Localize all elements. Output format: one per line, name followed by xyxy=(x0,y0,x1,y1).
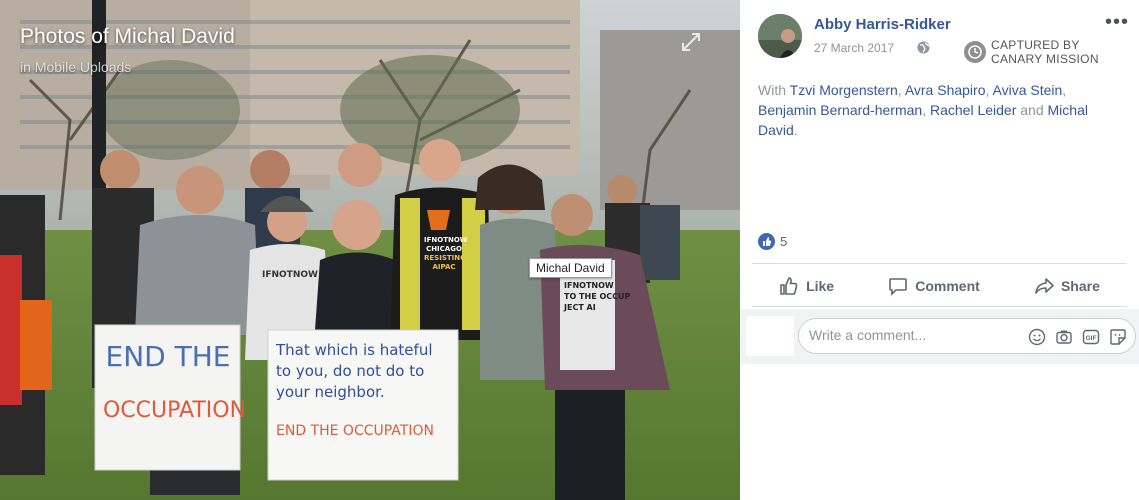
comment-composer: GIF xyxy=(740,309,1139,364)
avatar-image xyxy=(758,14,802,58)
canary-mission-stamp: CAPTURED BY CANARY MISSION xyxy=(964,38,1099,66)
globe-icon[interactable] xyxy=(917,41,930,54)
expand-icon[interactable] xyxy=(680,31,702,53)
svg-text:GIF: GIF xyxy=(1086,335,1097,342)
sign-right-line4: END THE OCCUPATION xyxy=(276,423,434,439)
like-button[interactable]: Like xyxy=(779,276,834,296)
like-badge-icon xyxy=(758,233,775,250)
comment-label: Comment xyxy=(915,278,980,294)
shirt-center-line3: RESISTING xyxy=(424,254,466,262)
author-name[interactable]: Abby Harris-Ridker xyxy=(814,16,951,33)
album-link[interactable]: in Mobile Uploads xyxy=(20,59,131,75)
sign-left-line2: OCCUPATION xyxy=(103,398,247,423)
post-info-panel: Abby Harris-Ridker 27 March 2017 CAPTURE… xyxy=(740,0,1139,500)
share-label: Share xyxy=(1060,278,1100,294)
shirt-right-text: IFNOTNOW TO THE OCCUP JECT AI xyxy=(564,280,630,313)
and-word: and xyxy=(1020,102,1044,118)
shirt-center-line1: IFNOTNOW xyxy=(424,236,468,244)
more-options-icon[interactable]: ••• xyxy=(1105,12,1129,32)
post-actions: Like Comment Share xyxy=(752,268,1127,304)
like-count: 5 xyxy=(780,234,788,249)
comment-icon xyxy=(889,278,908,296)
shirt-right-line2: TO THE OCCUP xyxy=(564,292,631,301)
commenter-avatar xyxy=(746,316,794,356)
emoji-icon[interactable] xyxy=(1028,328,1046,346)
comment-box[interactable]: GIF xyxy=(798,318,1136,354)
shirt-right-line3: JECT AI xyxy=(564,303,596,312)
shirt-right-line1: IFNOTNOW xyxy=(564,281,614,290)
sign-right-line2: to you, do not do to xyxy=(276,362,425,380)
shirt-left-text: IFNOTNOW xyxy=(262,270,318,280)
author-avatar[interactable] xyxy=(758,14,802,58)
comment-button[interactable]: Comment xyxy=(888,276,980,296)
tagged-person-link[interactable]: Aviva Stein xyxy=(993,82,1063,98)
clock-icon xyxy=(964,41,986,63)
divider xyxy=(752,306,1127,307)
reactions-summary[interactable]: 5 xyxy=(758,233,787,250)
stamp-line2: CANARY MISSION xyxy=(991,52,1099,66)
shirt-center-line4: AIPAC xyxy=(432,263,456,271)
with-prefix: With xyxy=(758,82,786,98)
share-button[interactable]: Share xyxy=(1034,276,1100,296)
tagged-people-line: With Tzvi Morgenstern, Avra Shapiro, Avi… xyxy=(758,82,1088,138)
tagged-person-link[interactable]: Avra Shapiro xyxy=(905,82,986,98)
thumb-icon xyxy=(780,277,798,295)
shirt-center-line2: CHICAGO xyxy=(426,245,462,253)
comment-input[interactable] xyxy=(809,327,1009,343)
share-icon xyxy=(1035,278,1054,294)
divider xyxy=(752,263,1127,264)
post-date[interactable]: 27 March 2017 xyxy=(814,41,894,55)
sign-right-line1: That which is hateful xyxy=(276,341,433,359)
shirt-center-text: IFNOTNOW CHICAGO RESISTING AIPAC xyxy=(424,236,468,272)
camera-icon[interactable] xyxy=(1055,328,1073,346)
stamp-text: CAPTURED BY CANARY MISSION xyxy=(991,38,1099,66)
like-label: Like xyxy=(806,278,835,294)
tagged-person-link[interactable]: Tzvi Morgenstern xyxy=(790,82,898,98)
sign-left-line1: END THE xyxy=(105,340,231,373)
tagged-person-link[interactable]: Rachel Leider xyxy=(930,102,1016,118)
comment-tools: GIF xyxy=(1019,328,1127,346)
sign-right-line3: your neighbor. xyxy=(276,383,385,401)
sign-right-text: That which is hateful to you, do not do … xyxy=(276,340,454,442)
sticker-icon[interactable] xyxy=(1109,328,1127,346)
gif-icon[interactable]: GIF xyxy=(1082,328,1100,346)
sign-left-text: END THE OCCUPATION xyxy=(103,340,247,426)
photo-viewer[interactable]: END THE OCCUPATION That which is hateful… xyxy=(0,0,740,500)
tagged-person-link[interactable]: Benjamin Bernard-herman xyxy=(758,102,922,118)
stamp-line1: CAPTURED BY xyxy=(991,38,1080,52)
tag-tooltip: Michal David xyxy=(529,258,612,278)
photo-title: Photos of Michal David xyxy=(20,25,235,48)
